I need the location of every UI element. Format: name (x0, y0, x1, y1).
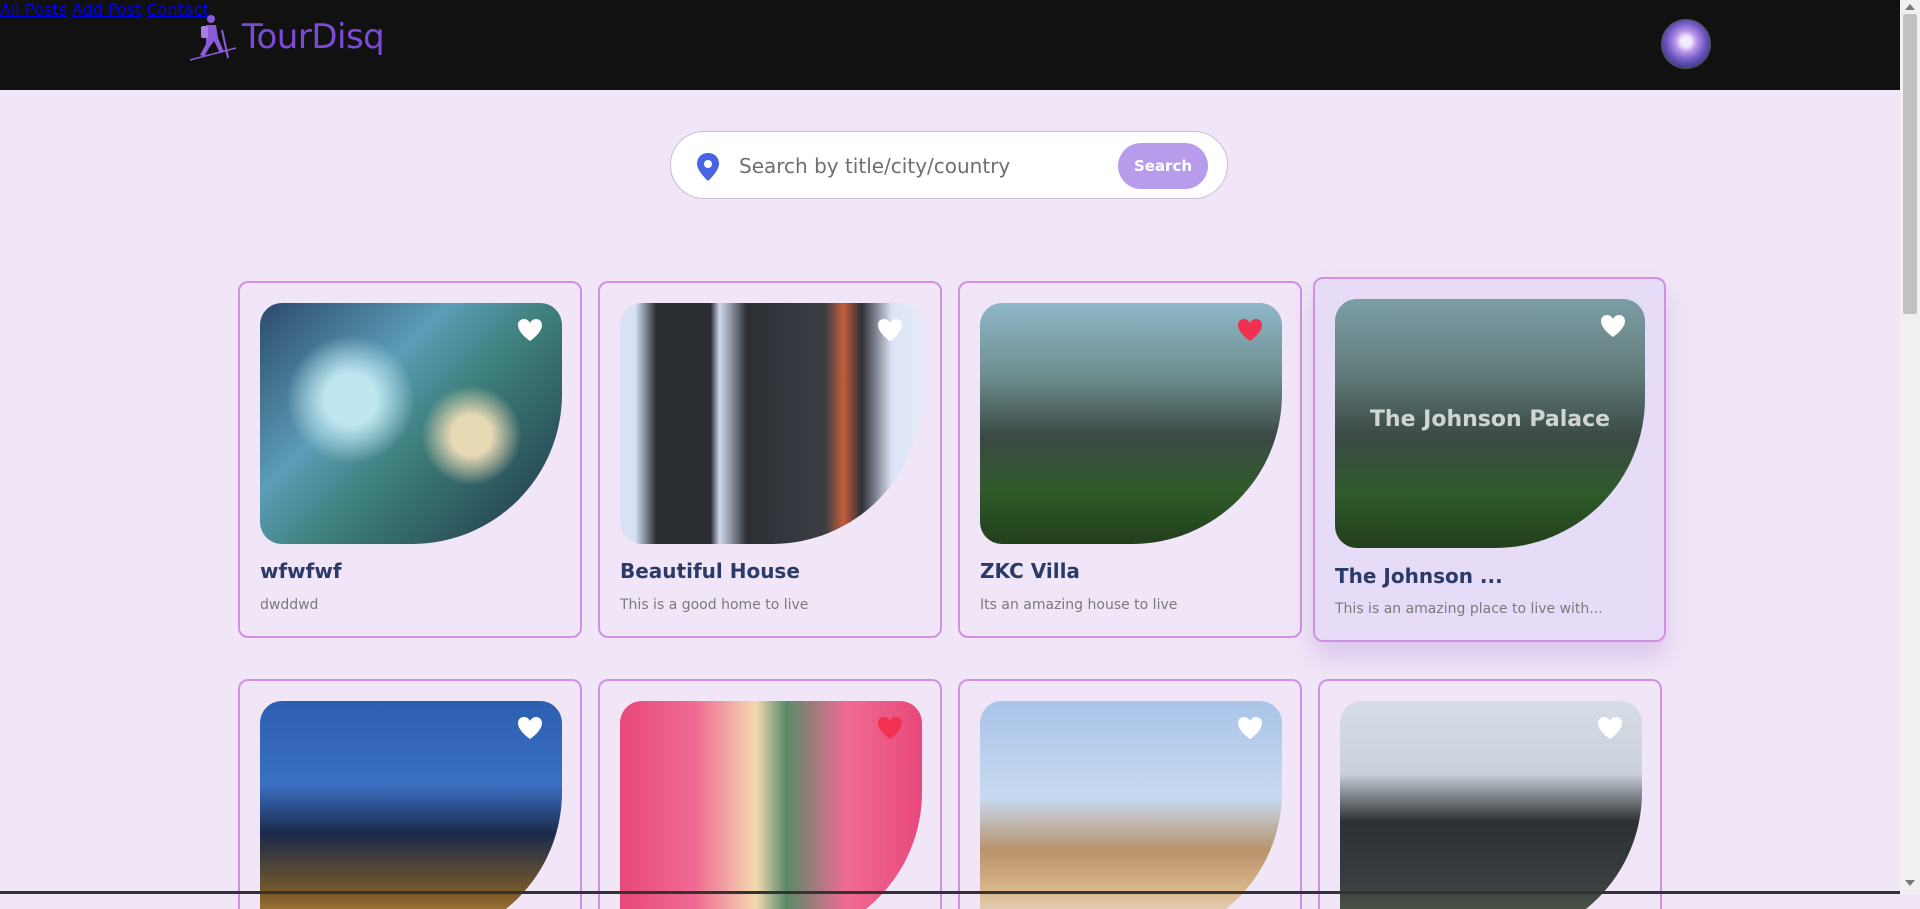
hiker-icon (189, 15, 237, 61)
post-description: Its an amazing house to live (980, 597, 1178, 613)
post-image (620, 303, 922, 544)
post-image (980, 701, 1282, 909)
nav-all-posts[interactable]: All Posts (0, 0, 67, 19)
post-image-overlay: The Johnson Palace (1369, 407, 1611, 432)
location-pin-icon (697, 153, 719, 181)
post-title: wfwfwf (260, 559, 342, 583)
heart-icon[interactable] (1236, 715, 1264, 741)
post-card[interactable]: The Johnson Palace The Johnson ... This … (1313, 277, 1666, 642)
brand-logo[interactable]: TourDisq (188, 12, 385, 62)
vertical-scrollbar[interactable] (1900, 0, 1920, 894)
user-avatar[interactable] (1661, 19, 1711, 69)
scroll-up-icon[interactable] (1905, 4, 1915, 10)
post-image (620, 701, 922, 909)
post-image (260, 303, 562, 544)
heart-icon[interactable] (876, 715, 904, 741)
post-card[interactable] (238, 679, 582, 909)
scroll-down-icon[interactable] (1905, 880, 1915, 886)
post-card[interactable]: wfwfwf dwddwd (238, 281, 582, 638)
heart-icon[interactable] (516, 715, 544, 741)
heart-icon[interactable] (1236, 317, 1264, 343)
post-image (980, 303, 1282, 544)
post-image (260, 701, 562, 909)
heart-icon[interactable] (516, 317, 544, 343)
post-card[interactable] (1318, 679, 1662, 909)
post-title: The Johnson ... (1335, 564, 1503, 588)
brand-name: TourDisq (242, 17, 385, 57)
post-title: ZKC Villa (980, 559, 1080, 583)
post-card[interactable] (958, 679, 1302, 909)
scrollbar-thumb[interactable] (1903, 14, 1917, 314)
post-card[interactable]: Beautiful House This is a good home to l… (598, 281, 942, 638)
post-image: The Johnson Palace (1335, 299, 1645, 548)
search-input[interactable] (737, 142, 1091, 190)
post-card[interactable] (598, 679, 942, 909)
search-button[interactable]: Search (1118, 143, 1208, 189)
heart-icon[interactable] (876, 317, 904, 343)
top-navbar: TourDisq All Posts Add Post Contact (0, 0, 1900, 90)
post-description: dwddwd (260, 597, 319, 613)
heart-icon[interactable] (1599, 313, 1627, 339)
post-description: This is an amazing place to live with... (1335, 601, 1603, 617)
post-description: This is a good home to live (620, 597, 809, 613)
search-bar: Search (670, 131, 1228, 199)
post-title: Beautiful House (620, 559, 800, 583)
post-card[interactable]: ZKC Villa Its an amazing house to live (958, 281, 1302, 638)
post-image (1340, 701, 1642, 909)
nav-add-post[interactable]: Add Post (72, 0, 142, 19)
heart-icon[interactable] (1596, 715, 1624, 741)
